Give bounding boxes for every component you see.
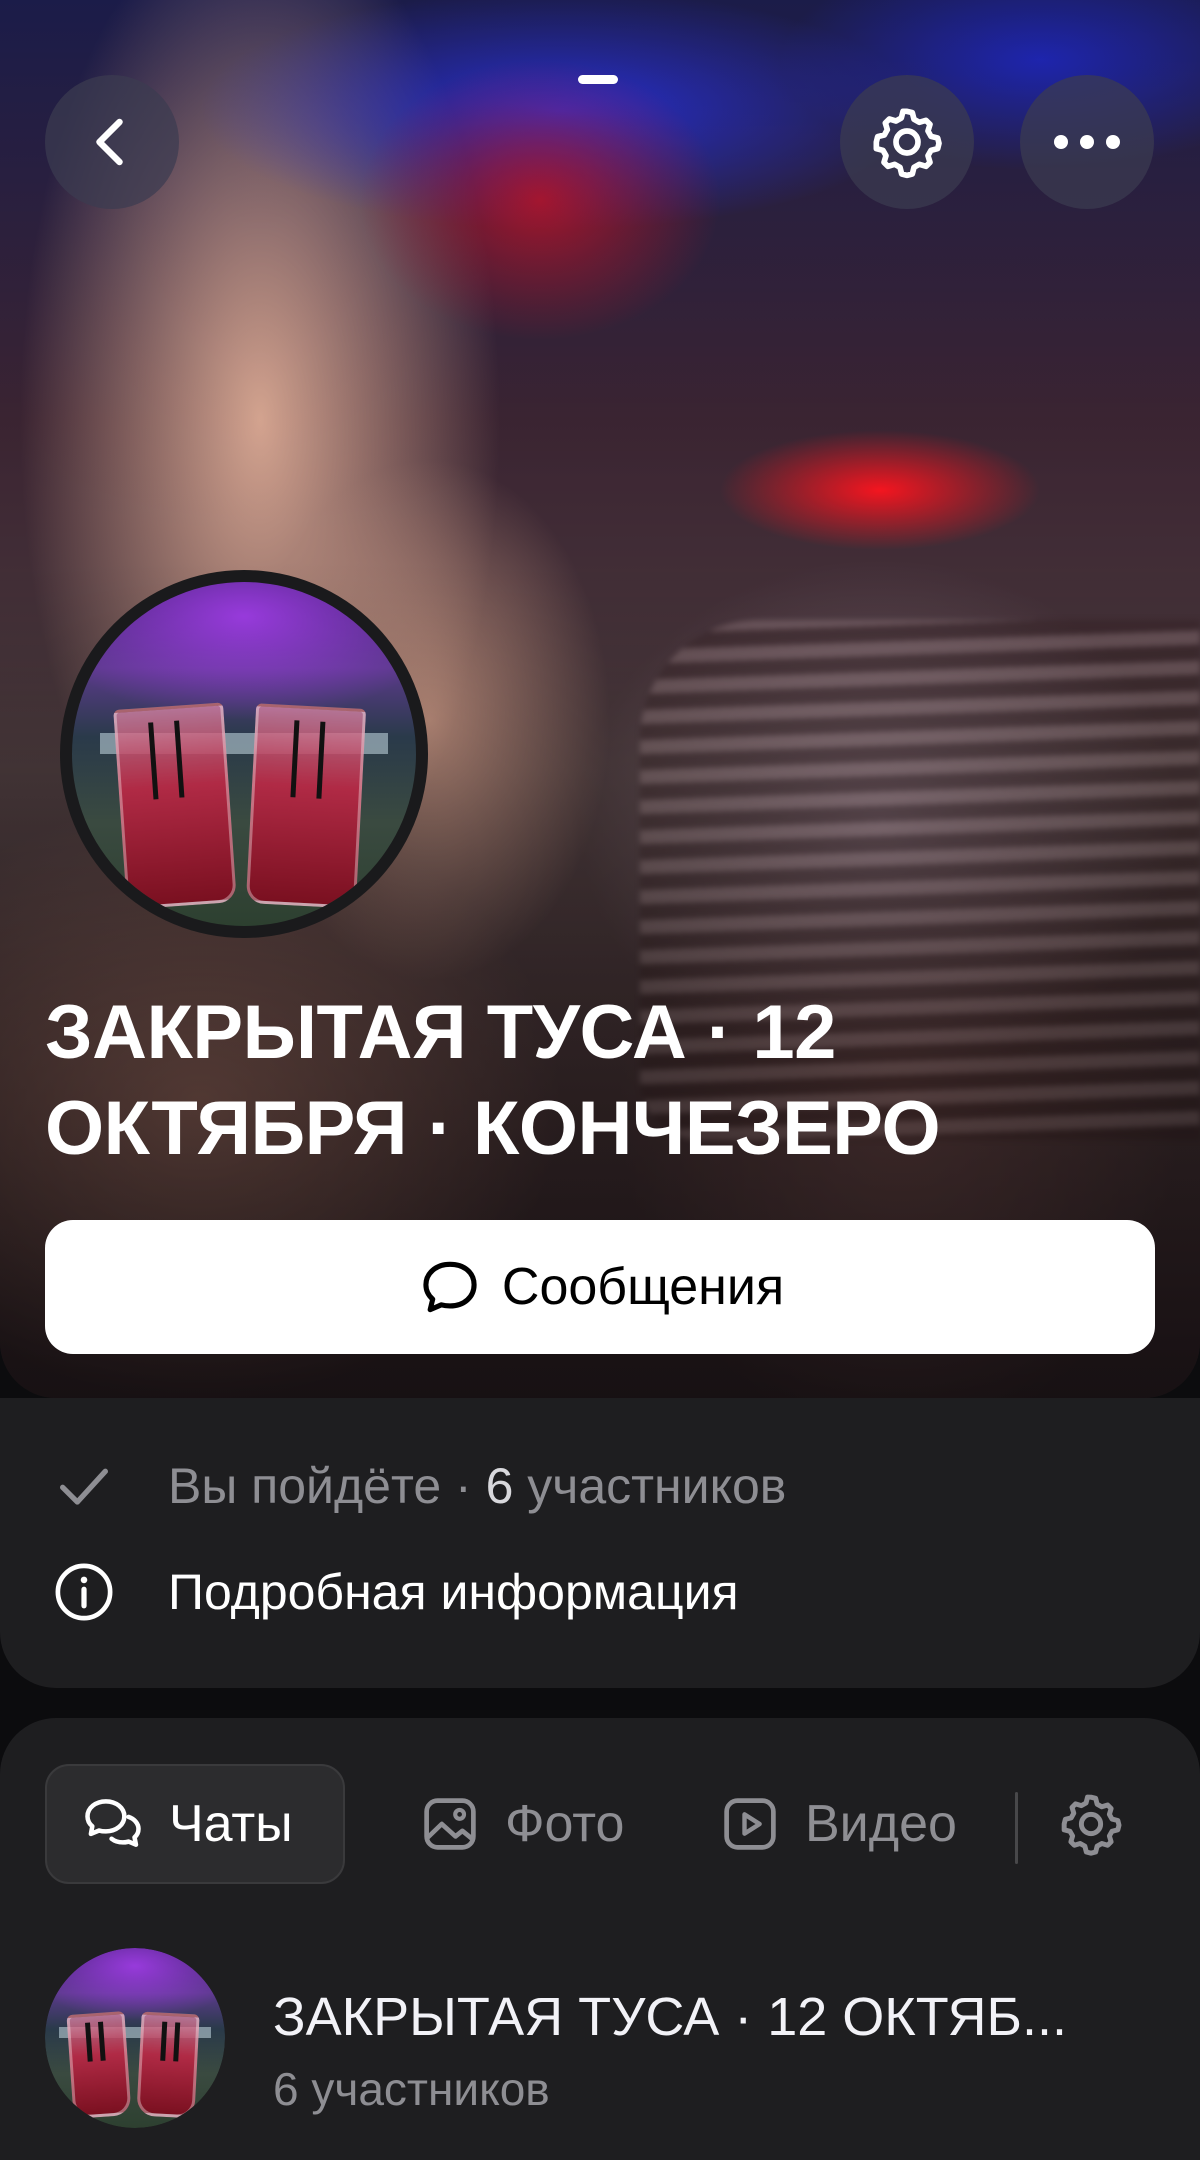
status-indicator (578, 75, 618, 84)
messages-label: Сообщения (501, 1258, 785, 1316)
ellipsis-icon (1054, 135, 1120, 149)
tab-chats-label: Чаты (169, 1795, 293, 1853)
tab-chats[interactable]: Чаты (45, 1764, 345, 1884)
event-info-card: Вы пойдёте · 6 участников Подробная инфо… (0, 1398, 1200, 1688)
details-row[interactable]: Подробная информация (48, 1556, 739, 1628)
chats-icon (85, 1799, 141, 1847)
video-icon (724, 1798, 776, 1850)
settings-button[interactable] (840, 75, 974, 209)
tab-photo[interactable]: Фото (385, 1764, 656, 1884)
checkmark-icon (60, 1468, 108, 1505)
chevron-left-icon (96, 118, 123, 166)
chat-name: ЗАКРЫТАЯ ТУСА · 12 ОКТЯБ... (273, 1987, 1067, 2047)
chat-avatar (45, 1948, 225, 2128)
photo-icon (424, 1798, 476, 1850)
more-button[interactable] (1020, 75, 1154, 209)
event-avatar[interactable] (60, 570, 428, 938)
gear-icon (873, 108, 942, 179)
tab-photo-label: Фото (505, 1795, 625, 1853)
tabs-settings-button[interactable] (1055, 1788, 1127, 1860)
content-card: Чаты Фото Видео ЗАКРЫТАЯ ТУСА · 12 ОКТЯБ… (0, 1718, 1200, 2160)
attendance-row[interactable]: Вы пойдёте · 6 участников (48, 1450, 786, 1522)
avatar-photo (45, 1948, 225, 2128)
event-title: ЗАКРЫТАЯ ТУСА · 12 ОКТЯБРЯ · КОНЧЕЗЕРО (45, 990, 941, 1171)
chat-list-item[interactable]: ЗАКРЫТАЯ ТУСА · 12 ОКТЯБ... 6 участников (45, 1948, 1165, 2128)
content-tabs: Чаты Фото Видео (45, 1764, 1165, 1884)
chat-bubble-icon (423, 1261, 477, 1313)
chat-participants: 6 участников (273, 2063, 550, 2115)
info-icon (55, 1563, 113, 1621)
messages-button[interactable]: Сообщения (45, 1220, 1155, 1354)
attendance-status: Вы пойдёте · (168, 1458, 486, 1514)
participants-word: участников (513, 1458, 787, 1514)
details-label: Подробная информация (168, 1564, 739, 1620)
back-button[interactable] (45, 75, 179, 209)
tab-video-label: Видео (805, 1795, 957, 1853)
gear-icon (1061, 1794, 1122, 1856)
tab-divider (1015, 1792, 1018, 1864)
tab-video[interactable]: Видео (685, 1764, 989, 1884)
participants-count: 6 (485, 1458, 514, 1514)
avatar-photo (72, 582, 416, 926)
event-cover: ЗАКРЫТАЯ ТУСА · 12 ОКТЯБРЯ · КОНЧЕЗЕРО С… (0, 0, 1200, 1398)
